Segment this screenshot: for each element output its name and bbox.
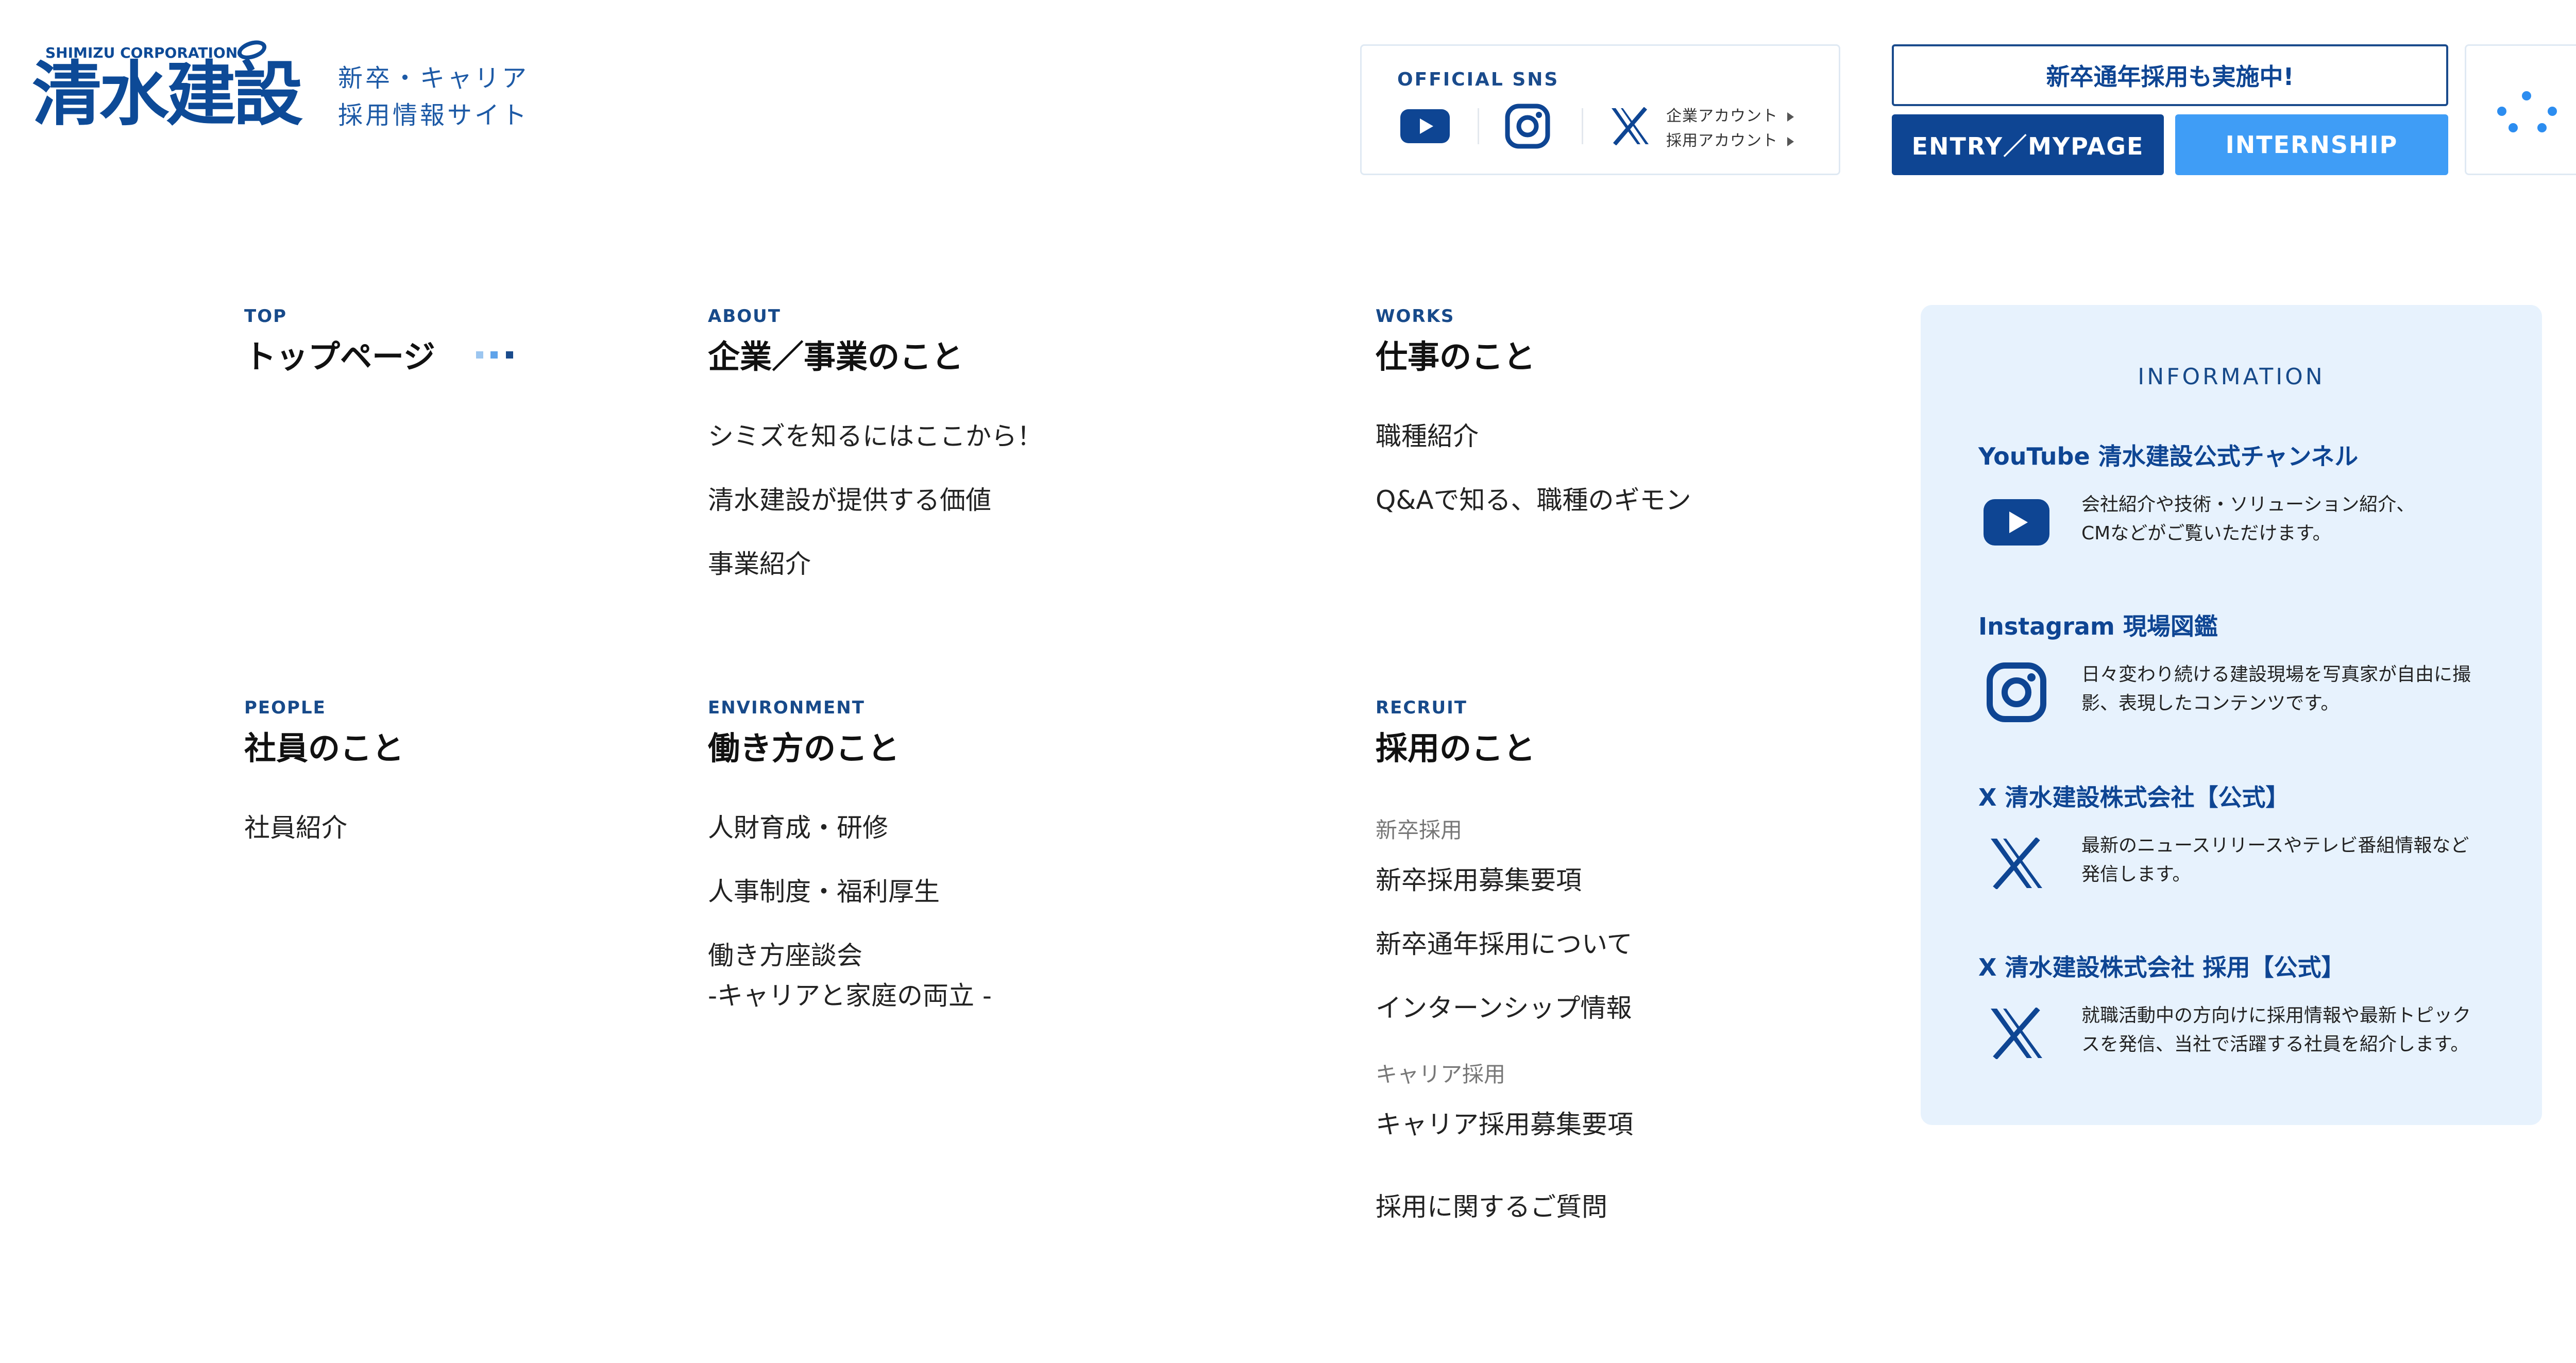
site-subtitle: 新卒・キャリア 採用情報サイト	[338, 60, 529, 134]
nav-top-link[interactable]: トップページ	[244, 331, 435, 377]
instagram-icon[interactable]	[1504, 103, 1551, 149]
info-youtube-icon-wrap[interactable]	[1984, 489, 2049, 555]
info-x-corporate-icon-wrap[interactable]	[1984, 830, 2049, 896]
entry-mypage-button[interactable]: ENTRY／MYPAGE	[1892, 114, 2164, 175]
nav-top-en: TOP	[244, 306, 287, 327]
site-subtitle-line1: 新卒・キャリア	[338, 64, 530, 93]
info-instagram-link[interactable]: Instagram 現場図鑑	[1978, 608, 2218, 642]
nav-recruit-link-internship[interactable]: インターンシップ情報	[1376, 988, 1632, 1028]
site-subtitle-line2: 採用情報サイト	[338, 101, 530, 130]
youtube-icon	[1984, 499, 2049, 546]
triangle-right-icon	[1787, 137, 1794, 146]
nav-environment-link-roundtable[interactable]: 働き方座談会 -キャリアと家庭の両立 -	[708, 935, 992, 1016]
nav-people-link-staff[interactable]: 社員紹介	[244, 808, 347, 848]
nav-works-en: WORKS	[1376, 306, 1455, 327]
nav-about-heading[interactable]: 企業／事業のこと	[708, 331, 963, 377]
site-logo[interactable]: SHIMIZU CORPORATION 清水建設	[0, 0, 303, 144]
logo-jp: 清水建設	[32, 53, 303, 135]
info-x-recruit-desc: 就職活動中の方向けに採用情報や最新トピック スを発信、当社で活躍する社員を紹介し…	[2081, 1005, 2471, 1055]
nav-about-link-business[interactable]: 事業紹介	[708, 544, 811, 584]
x-icon	[1991, 1008, 2042, 1059]
info-x-corporate-link[interactable]: X 清水建設株式会社【公式】	[1978, 779, 2289, 813]
sns-divider	[1582, 108, 1583, 144]
nav-works-link-qa[interactable]: Q&Aで知る、職種のギモン	[1376, 480, 1691, 520]
sns-divider	[1478, 108, 1479, 144]
internship-button[interactable]: INTERNSHIP	[2175, 114, 2448, 175]
nav-about-en: ABOUT	[708, 306, 781, 327]
nav-recruit-link-career-requirements[interactable]: キャリア採用募集要項	[1376, 1104, 1633, 1145]
x-icon[interactable]	[1609, 107, 1651, 145]
nav-about-link-intro[interactable]: シミズを知るにはここから！	[708, 416, 1043, 456]
youtube-icon[interactable]	[1400, 109, 1450, 143]
current-page-indicator-icon	[476, 351, 522, 360]
nav-people-heading[interactable]: 社員のこと	[244, 722, 404, 769]
nav-about-link-value[interactable]: 清水建設が提供する価値	[708, 480, 991, 520]
nav-environment-link-training[interactable]: 人財育成・研修	[708, 808, 888, 848]
nav-recruit-category-new: 新卒採用	[1376, 817, 1463, 843]
info-youtube-desc: 会社紹介や技術・ソリューション紹介、 CMなどがご覧いただけます。	[2081, 494, 2415, 544]
nav-works-heading[interactable]: 仕事のこと	[1376, 331, 1535, 377]
nav-recruit-link-year-round[interactable]: 新卒通年採用について	[1376, 924, 1633, 964]
nav-recruit-heading[interactable]: 採用のこと	[1376, 722, 1535, 769]
year-round-recruit-button[interactable]: 新卒通年採用も実施中!	[1892, 44, 2448, 106]
nav-recruit-link-new-requirements[interactable]: 新卒採用募集要項	[1376, 860, 1582, 900]
info-x-corporate-desc: 最新のニュースリリースやテレビ番組情報など 発信します。	[2081, 835, 2469, 885]
nav-environment-en: ENVIRONMENT	[708, 697, 865, 718]
nav-recruit-category-career: キャリア採用	[1376, 1062, 1506, 1087]
information-title: INFORMATION	[2138, 364, 2325, 390]
nav-recruit-link-faq[interactable]: 採用に関するご質問	[1376, 1187, 1607, 1227]
nav-works-link-jobs[interactable]: 職種紹介	[1376, 416, 1479, 456]
nav-recruit-en: RECRUIT	[1376, 697, 1467, 718]
instagram-icon	[1987, 662, 2046, 722]
menu-dots-icon	[2522, 91, 2531, 100]
info-youtube-link[interactable]: YouTube 清水建設公式チャンネル	[1978, 438, 2358, 472]
nav-environment-heading[interactable]: 働き方のこと	[708, 722, 900, 769]
info-instagram-icon-wrap[interactable]	[1984, 659, 2049, 725]
info-instagram-desc: 日々変わり続ける建設現場を写真家が自由に撮 影、表現したコンテンツです。	[2081, 664, 2471, 714]
sns-corporate-account-link[interactable]: 企業アカウント	[1666, 103, 1794, 126]
nav-people-en: PEOPLE	[244, 697, 326, 718]
sns-recruit-account-link[interactable]: 採用アカウント	[1666, 128, 1794, 150]
x-icon	[1991, 838, 2042, 889]
info-x-recruit-link[interactable]: X 清水建設株式会社 採用【公式】	[1978, 949, 2345, 983]
official-sns-label: OFFICIAL SNS	[1397, 69, 1560, 90]
nav-environment-link-welfare[interactable]: 人事制度・福利厚生	[708, 872, 940, 912]
info-x-recruit-icon-wrap[interactable]	[1984, 1000, 2049, 1066]
triangle-right-icon	[1787, 112, 1794, 122]
menu-toggle-button[interactable]	[2465, 44, 2576, 175]
